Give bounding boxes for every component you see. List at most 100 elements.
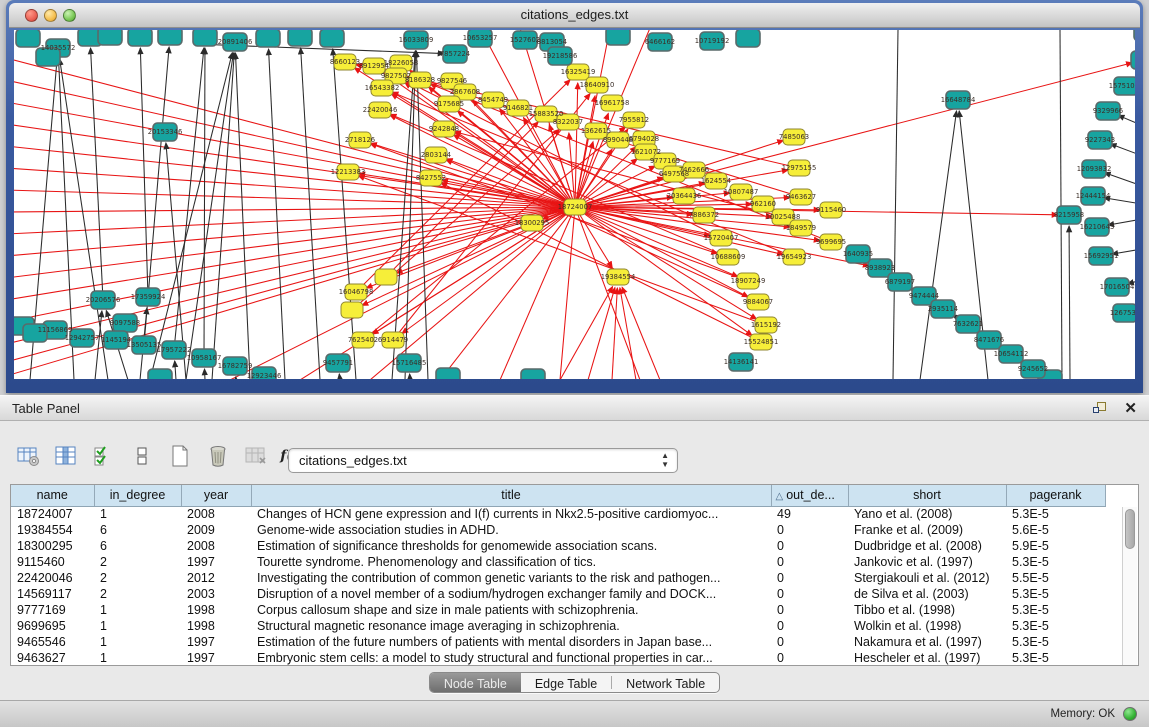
graph-edge: [588, 288, 615, 379]
graph-node-label: 10807487: [724, 188, 759, 196]
graph-edge: [612, 288, 617, 379]
graph-node-label: 16325419: [561, 68, 596, 76]
float-panel-icon[interactable]: [1093, 401, 1109, 417]
select-rows-icon[interactable]: [90, 443, 118, 469]
table-settings-icon[interactable]: [14, 443, 42, 469]
graph-node-label: 12444154: [1076, 192, 1111, 200]
column-header-name[interactable]: name: [11, 485, 94, 506]
graph-node-label: 16210643: [1080, 223, 1115, 231]
new-table-icon[interactable]: [166, 443, 194, 469]
table-cell: 0: [771, 602, 848, 618]
graph-node-label: 17359924: [131, 293, 166, 301]
graph-node-label: 11156869: [38, 326, 73, 334]
table-cell: Hescheler et al. (1997): [848, 650, 1006, 666]
table-cell: Corpus callosum shape and size in male p…: [251, 602, 771, 618]
table-source-select[interactable]: citations_edges.txt ▲▼: [288, 448, 678, 473]
table-cell: Tourette syndrome. Phenomenology and cla…: [251, 554, 771, 570]
window-titlebar[interactable]: citations_edges.txt: [9, 3, 1140, 28]
graph-node-label: 20891406: [218, 38, 253, 46]
graph-node-label: 19384554: [601, 273, 636, 281]
column-header-in-degree[interactable]: in_degree: [94, 485, 181, 506]
table-cell: 1998: [181, 618, 251, 634]
graph-edge: [1104, 173, 1135, 188]
graph-node-label: 7955812: [619, 116, 649, 124]
graph-node[interactable]: [606, 30, 630, 45]
graph-node-label: 1621072: [631, 148, 661, 156]
tab-node-table[interactable]: Node Table: [430, 673, 521, 692]
graph-node[interactable]: [1134, 30, 1135, 41]
table-row[interactable]: 1456911722003Disruption of a novel membe…: [11, 586, 1105, 602]
graph-node[interactable]: [736, 30, 760, 47]
graph-node-label: 6914479: [378, 336, 408, 344]
table-scrollbar-thumb[interactable]: [1125, 509, 1135, 549]
graph-edge: [14, 207, 575, 300]
graph-node-label: 962160: [750, 200, 776, 208]
table-cell: Nakamura et al. (1997): [848, 634, 1006, 650]
graph-node-label: 10958167: [187, 354, 222, 362]
row-height-icon[interactable]: [128, 443, 156, 469]
graph-node[interactable]: [375, 269, 397, 285]
table-row[interactable]: 1938455462009Genome-wide association stu…: [11, 522, 1105, 538]
table-row[interactable]: 977716911998Corpus callosum shape and si…: [11, 602, 1105, 618]
graph-node-label: 9227343: [1085, 136, 1115, 144]
graph-node[interactable]: [436, 368, 460, 379]
graph-node-label: 2803144: [421, 151, 451, 159]
graph-node-label: 19218586: [543, 52, 578, 60]
tab-network-table[interactable]: Network Table: [612, 673, 719, 692]
table-cell: Stergiakouli et al. (2012): [848, 570, 1006, 586]
graph-node-label: 18300295: [515, 219, 550, 227]
graph-node-label: 9457791: [323, 359, 353, 367]
tab-edge-table[interactable]: Edge Table: [521, 673, 611, 692]
graph-edge: [333, 49, 356, 379]
graph-node-label: 8427552: [416, 174, 446, 182]
graph-node-label: 15720407: [704, 234, 739, 242]
graph-node-label: 16046798: [339, 288, 374, 296]
graph-edge: [575, 83, 578, 207]
graph-node[interactable]: [341, 302, 363, 318]
graph-node[interactable]: [1131, 51, 1135, 69]
graph-node[interactable]: [288, 30, 312, 46]
graph-node[interactable]: [193, 30, 217, 46]
column-header-title[interactable]: title: [251, 485, 771, 506]
import-table-icon-disabled: [242, 443, 270, 469]
table-cell: Wolkin et al. (1998): [848, 618, 1006, 634]
graph-node[interactable]: [320, 30, 344, 47]
table-row[interactable]: 911546021997Tourette syndrome. Phenomeno…: [11, 554, 1105, 570]
graph-node[interactable]: [16, 30, 40, 47]
graph-node[interactable]: [256, 30, 280, 47]
table-cell: 1: [94, 618, 181, 634]
table-row[interactable]: 946554611997Estimation of the future num…: [11, 634, 1105, 650]
table-row[interactable]: 1830029562008Estimation of significance …: [11, 538, 1105, 554]
network-canvas[interactable]: 1872400786601238912954182260589827502165…: [14, 30, 1135, 379]
graph-node-label: 9827546: [437, 77, 467, 85]
table-cell: Embryonic stem cells: a model to study s…: [251, 650, 771, 666]
table-cell: 22420046: [11, 570, 94, 586]
column-header-short[interactable]: short: [848, 485, 1006, 506]
graph-node-label: 17016504: [1100, 283, 1135, 291]
column-header-year[interactable]: year: [181, 485, 251, 506]
table-cell: 0: [771, 522, 848, 538]
table-row[interactable]: 969969511998Structural magnetic resonanc…: [11, 618, 1105, 634]
graph-node-label: 20206576: [86, 296, 121, 304]
table-tabs: Node Table Edge Table Network Table: [0, 672, 1149, 693]
table-row[interactable]: 2242004622012Investigating the contribut…: [11, 570, 1105, 586]
table-cell: 6: [94, 522, 181, 538]
column-header-out-degree[interactable]: △out_de...: [771, 485, 848, 506]
table-row[interactable]: 946362711997Embryonic stem cells: a mode…: [11, 650, 1105, 666]
table-scrollbar[interactable]: [1122, 507, 1137, 665]
node-table-grid: name in_degree year title △out_de... sho…: [11, 485, 1106, 666]
graph-node[interactable]: [148, 369, 172, 379]
show-columns-icon[interactable]: [52, 443, 80, 469]
graph-edge: [269, 49, 285, 379]
graph-node[interactable]: [158, 30, 182, 45]
memory-ok-indicator: [1123, 707, 1137, 721]
graph-node[interactable]: [98, 30, 122, 45]
graph-node[interactable]: [521, 369, 545, 379]
column-header-pagerank[interactable]: pagerank: [1006, 485, 1105, 506]
graph-node[interactable]: [128, 30, 152, 46]
close-panel-icon[interactable]: ✕: [1124, 399, 1137, 417]
table-row[interactable]: 1872400712008Changes of HCN gene express…: [11, 506, 1105, 522]
delete-table-icon[interactable]: [204, 443, 232, 469]
graph-node-label: 10719192: [695, 37, 730, 45]
graph-edge: [560, 287, 613, 379]
